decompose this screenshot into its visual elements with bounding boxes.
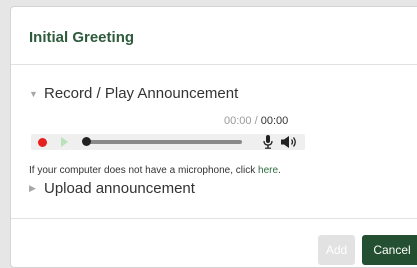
- microphone-hint: If your computer does not have a microph…: [29, 165, 281, 176]
- playback-time: 00:00 / 00:00: [224, 115, 288, 127]
- time-separator: /: [251, 115, 261, 127]
- upload-section-label: Upload announcement: [44, 180, 195, 197]
- record-icon[interactable]: [38, 137, 47, 147]
- audio-player: [31, 134, 305, 150]
- record-play-section-label: Record / Play Announcement: [44, 85, 239, 102]
- microphone-hint-link[interactable]: here: [258, 165, 278, 176]
- microphone-hint-text: If your computer does not have a microph…: [29, 165, 259, 176]
- duration-time: 00:00: [260, 115, 289, 127]
- triangle-down-icon: ▼: [29, 88, 38, 99]
- current-time: 00:00: [224, 115, 252, 127]
- dialog-title: Initial Greeting: [29, 29, 135, 46]
- seek-track: [86, 140, 242, 144]
- footer-divider: [11, 218, 417, 219]
- seek-thumb[interactable]: [82, 137, 91, 146]
- dialog-header: Initial Greeting: [11, 7, 417, 65]
- seek-slider[interactable]: [82, 137, 242, 147]
- volume-icon[interactable]: [280, 135, 300, 149]
- record-play-section-toggle[interactable]: ▼ Record / Play Announcement: [29, 85, 238, 102]
- play-icon[interactable]: [61, 137, 68, 147]
- initial-greeting-dialog: Initial Greeting ▼ Record / Play Announc…: [10, 6, 417, 268]
- cancel-button[interactable]: Cancel: [362, 235, 417, 265]
- triangle-right-icon: ▶: [29, 183, 36, 193]
- microphone-hint-suffix: .: [278, 165, 281, 176]
- upload-section-toggle[interactable]: ▶ Upload announcement: [29, 180, 195, 197]
- add-button[interactable]: Add: [318, 235, 355, 265]
- microphone-icon[interactable]: [262, 135, 274, 149]
